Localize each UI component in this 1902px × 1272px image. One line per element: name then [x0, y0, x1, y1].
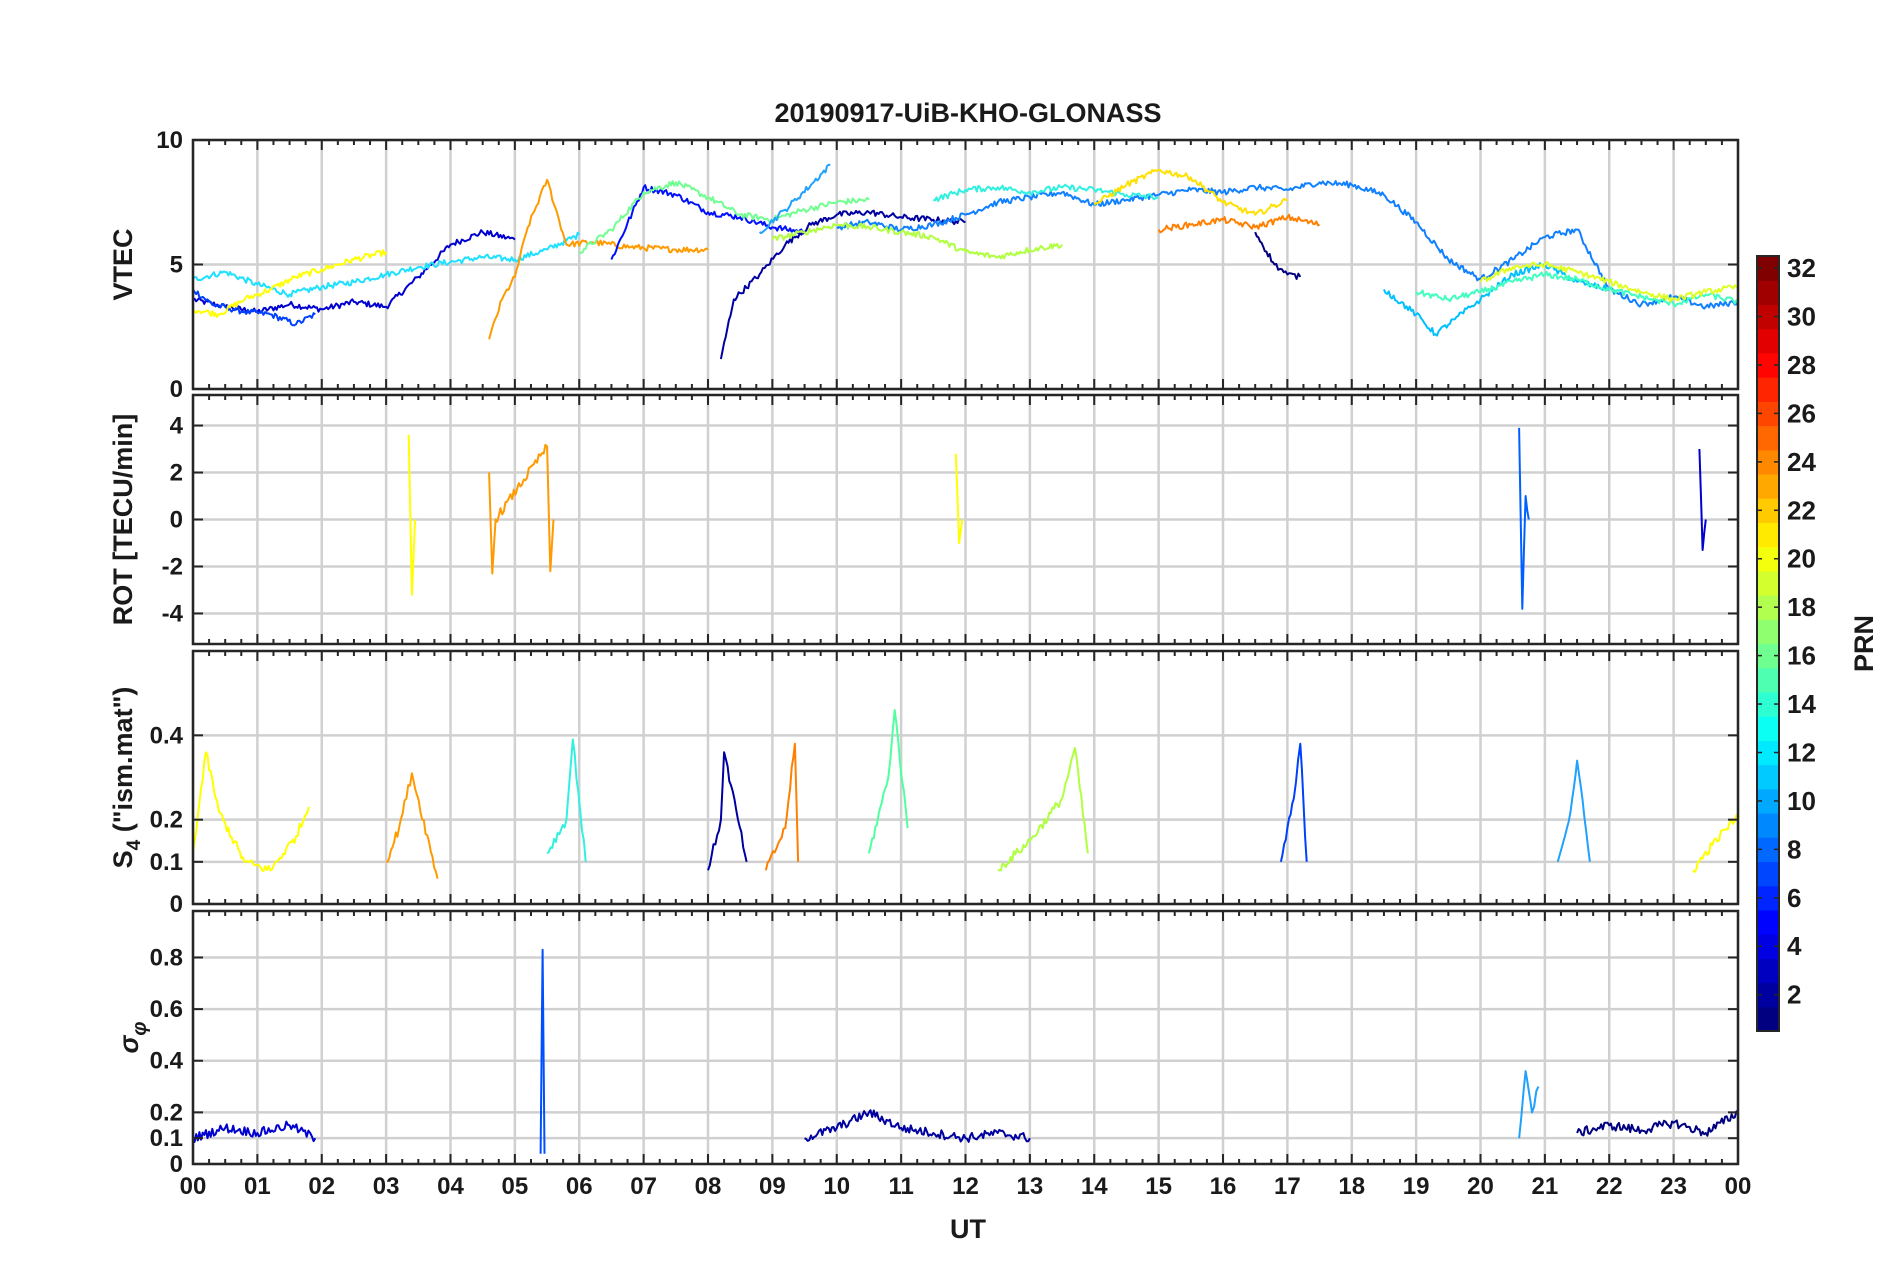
y-tick-label: 0.4	[150, 722, 184, 749]
x-axis-label: UT	[950, 1214, 986, 1244]
colorbar-tick-label: 28	[1787, 350, 1816, 380]
x-tick-label: 21	[1532, 1173, 1559, 1200]
figure: 20190917-UiB-KHO-GLONASS UT 0510VTEC-4-2…	[0, 0, 1902, 1272]
colorbar-bin	[1757, 861, 1779, 887]
y-tick-label: 2	[170, 460, 183, 487]
colorbar-bin	[1757, 280, 1779, 306]
x-tick-label: 00	[1725, 1173, 1752, 1200]
colorbar-tick-label: 30	[1787, 302, 1816, 332]
x-tick-label: 15	[1145, 1173, 1172, 1200]
y-tick-label: 0.4	[150, 1048, 184, 1075]
x-tick-label: 10	[823, 1173, 850, 1200]
x-tick-label: 22	[1596, 1173, 1623, 1200]
colorbar-label: PRN	[1849, 615, 1879, 672]
x-tick-label: 12	[952, 1173, 979, 1200]
y-tick-label: 0	[170, 1151, 183, 1178]
panel-vtec: 0 5 10 VTEC	[108, 127, 1740, 403]
x-tick-label: 09	[759, 1173, 786, 1200]
colorbar-tick-label: 16	[1787, 641, 1816, 671]
x-tick-label: 17	[1274, 1173, 1301, 1200]
y-tick-label: 10	[156, 127, 183, 154]
y-tick-label: 0.8	[150, 944, 183, 971]
colorbar-tick-label: 2	[1787, 980, 1801, 1010]
colorbar-tick-label: 12	[1787, 737, 1816, 767]
x-tick-label: 05	[502, 1173, 529, 1200]
colorbar-bin	[1757, 473, 1779, 499]
y-axis-label: VTEC	[108, 228, 138, 300]
x-tick-label: 04	[437, 1173, 464, 1200]
x-tick-label: 01	[244, 1173, 271, 1200]
y-tick-label: 0	[170, 507, 183, 534]
y-tick-label: 0.2	[150, 807, 183, 834]
colorbar-bin	[1757, 570, 1779, 596]
y-tick-label: 0.1	[150, 849, 183, 876]
x-tick-label: 23	[1660, 1173, 1687, 1200]
panel-rot: -4 -2 0 2 4 ROT [TECU/min]	[108, 393, 1740, 646]
colorbar-bin	[1757, 522, 1779, 548]
colorbar-tick-label: 14	[1787, 689, 1816, 719]
panel-s4: 00.10.20.4S4 ("ism.mat")	[108, 649, 1740, 918]
x-tick-label: 11	[888, 1173, 913, 1200]
colorbar-tick-label: 6	[1787, 883, 1801, 913]
colorbar-bin	[1757, 328, 1779, 354]
colorbar-tick-label: 18	[1787, 592, 1816, 622]
x-tick-label: 19	[1403, 1173, 1430, 1200]
x-tick-label: 13	[1017, 1173, 1044, 1200]
colorbar-tick-label: 22	[1787, 495, 1816, 525]
colorbar-bin	[1757, 716, 1779, 741]
colorbar-bin	[1757, 377, 1779, 402]
y-tick-label: 5	[170, 252, 183, 279]
colorbar-bin	[1757, 619, 1779, 645]
panels: 0510VTEC-4-2024ROT [TECU/min]00.10.20.4S…	[108, 127, 1751, 1200]
x-tick-label: 08	[695, 1173, 722, 1200]
colorbar-tick-label: 20	[1787, 544, 1816, 574]
y-tick-label: -2	[162, 553, 183, 580]
colorbar-bin	[1757, 909, 1779, 935]
y-tick-label: 4	[170, 413, 184, 440]
x-tick-label: 07	[630, 1173, 657, 1200]
colorbar-bin	[1757, 425, 1779, 451]
panel-sigphi: 00 01 02 03 04 05 06 07 08 09 10 11 12 13 14 15 16 17 18 19…	[114, 909, 1752, 1200]
x-tick-label: 14	[1081, 1173, 1108, 1200]
chart-title: 20190917-UiB-KHO-GLONASS	[774, 98, 1161, 128]
colorbar-tick-label: 26	[1787, 398, 1816, 428]
x-tick-label: 06	[566, 1173, 593, 1200]
y-tick-label: 0.2	[150, 1099, 183, 1126]
x-tick-label: 00	[180, 1173, 207, 1200]
x-tick-label: 02	[308, 1173, 335, 1200]
colorbar-bin	[1757, 958, 1779, 984]
colorbar-tick-label: 8	[1787, 834, 1801, 864]
colorbar-tick-label: 4	[1787, 931, 1802, 961]
y-tick-label: 0	[170, 376, 183, 403]
colorbar-tick-label: 32	[1787, 253, 1816, 283]
y-tick-label: -4	[162, 600, 184, 627]
x-tick-label: 03	[373, 1173, 400, 1200]
x-tick-label: 20	[1467, 1173, 1494, 1200]
colorbar-bin	[1757, 1006, 1779, 1032]
colorbar-tick-label: 24	[1787, 447, 1816, 477]
colorbar-bin	[1757, 764, 1779, 790]
colorbar-bin	[1757, 667, 1779, 693]
x-tick-label: 16	[1210, 1173, 1237, 1200]
y-axis-label: ROT [TECU/min]	[108, 414, 138, 625]
y-tick-label: 0.6	[150, 996, 183, 1023]
y-tick-label: 0.1	[150, 1125, 183, 1152]
colorbar-bin	[1757, 813, 1779, 838]
y-tick-label: 0	[170, 891, 183, 918]
x-tick-label: 18	[1338, 1173, 1365, 1200]
colorbar-tick-label: 10	[1787, 786, 1816, 816]
